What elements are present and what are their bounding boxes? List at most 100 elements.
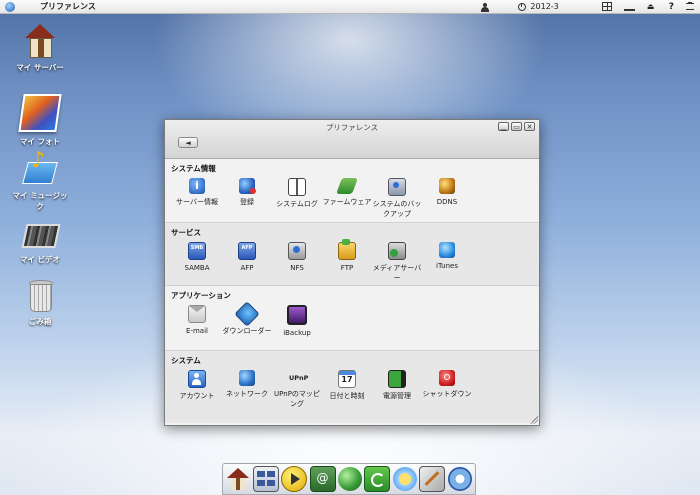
section-title: システム bbox=[171, 356, 201, 365]
item-network[interactable]: ネットワーク bbox=[221, 370, 273, 399]
settings-icon[interactable] bbox=[447, 467, 472, 491]
home-icon[interactable] bbox=[226, 467, 250, 491]
item-label: 登録 bbox=[240, 198, 254, 206]
item-server-info[interactable]: i サーバー情報 bbox=[171, 178, 223, 207]
item-label: サーバー情報 bbox=[176, 198, 218, 206]
help-icon[interactable]: ? bbox=[669, 2, 674, 12]
item-registration[interactable]: 登録 bbox=[221, 178, 273, 207]
ddns-icon bbox=[439, 178, 455, 194]
section-title: システム情報 bbox=[171, 164, 216, 173]
calendar-icon: 17 bbox=[338, 370, 356, 388]
item-nfs[interactable]: NFS bbox=[271, 242, 323, 273]
email-icon bbox=[188, 305, 206, 323]
item-label: NFS bbox=[290, 264, 304, 272]
item-system-log[interactable]: システムログ bbox=[271, 178, 323, 209]
window-controls: ▁ ▭ ✕ bbox=[498, 122, 535, 131]
clock-icon bbox=[518, 2, 527, 11]
ibackup-icon bbox=[287, 305, 307, 325]
item-shutdown[interactable]: シャットダウン bbox=[421, 370, 473, 399]
item-upnp-mapping[interactable]: UPnP UPnPのマッピング bbox=[271, 370, 323, 409]
item-email[interactable]: E-mail bbox=[171, 305, 223, 336]
viewer-icon[interactable] bbox=[252, 466, 279, 492]
dock: @ bbox=[222, 463, 476, 495]
globe-icon[interactable] bbox=[337, 467, 362, 491]
weather-icon[interactable] bbox=[392, 467, 417, 491]
info-icon: i bbox=[189, 178, 205, 194]
logo-icon[interactable] bbox=[5, 1, 15, 12]
item-itunes[interactable]: iTunes bbox=[421, 242, 473, 271]
user-icon[interactable] bbox=[480, 2, 490, 12]
item-ddns[interactable]: DDNS bbox=[421, 178, 473, 207]
menu-icon[interactable] bbox=[686, 3, 694, 10]
resize-handle[interactable] bbox=[530, 416, 538, 424]
desktop-icon-my-video[interactable]: マイ ビデオ bbox=[10, 216, 70, 265]
item-label: DDNS bbox=[436, 198, 458, 206]
item-label: アカウント bbox=[179, 392, 215, 400]
log-book-icon bbox=[288, 178, 306, 196]
afp-icon: AFP bbox=[238, 242, 256, 260]
desktop-icon-trash[interactable]: ごみ箱 bbox=[10, 278, 70, 327]
item-media-server[interactable]: メディアサーバー bbox=[371, 242, 423, 283]
item-label: FTP bbox=[340, 264, 354, 272]
item-label: E-mail bbox=[186, 327, 208, 335]
item-label: システムログ bbox=[276, 200, 318, 208]
home-icon bbox=[23, 24, 57, 58]
item-firmware[interactable]: ファームウェア bbox=[321, 178, 373, 207]
preferences-window: プリファレンス ▁ ▭ ✕ ◄ システム情報 i サーバー情報 登録 システムロ… bbox=[164, 119, 540, 426]
item-ftp[interactable]: FTP bbox=[321, 239, 373, 273]
backup-icon bbox=[388, 178, 406, 196]
desktop-icon-my-server[interactable]: マイ サーバー bbox=[10, 24, 70, 73]
section-services: サービス SMB SAMBA AFP AFP NFS FTP メディアサーバー … bbox=[165, 223, 539, 286]
contacts-icon[interactable]: @ bbox=[309, 466, 336, 492]
sync-icon[interactable] bbox=[364, 466, 391, 492]
tools-icon[interactable] bbox=[419, 466, 446, 492]
minimize-button[interactable]: ▁ bbox=[498, 122, 509, 131]
clock-text: 2012-3 bbox=[530, 2, 559, 11]
firmware-icon bbox=[336, 178, 358, 194]
clock[interactable]: 2012-3 bbox=[518, 2, 559, 11]
item-label: ファームウェア bbox=[322, 198, 372, 206]
close-button[interactable]: ✕ bbox=[524, 122, 535, 131]
item-label: メディアサーバー bbox=[372, 264, 422, 282]
item-system-backup[interactable]: システムのバックアップ bbox=[371, 178, 423, 219]
item-date-time[interactable]: 17 日付と時刻 bbox=[321, 370, 373, 401]
desktop-icon-my-music[interactable]: マイ ミュージック bbox=[10, 148, 70, 212]
tray-icon[interactable] bbox=[623, 3, 635, 11]
item-samba[interactable]: SMB SAMBA bbox=[171, 242, 223, 273]
back-button[interactable]: ◄ bbox=[178, 137, 198, 148]
item-label: iTunes bbox=[436, 262, 458, 270]
item-power-management[interactable]: 電源管理 bbox=[371, 370, 423, 401]
photo-icon bbox=[18, 94, 62, 132]
item-label: iBackup bbox=[283, 329, 311, 337]
menu-bar-right: 2012-3 ⏏ ? bbox=[480, 0, 700, 13]
item-afp[interactable]: AFP AFP bbox=[221, 242, 273, 273]
play-icon[interactable] bbox=[281, 466, 308, 492]
eject-icon[interactable]: ⏏ bbox=[647, 2, 657, 12]
grid-icon[interactable] bbox=[601, 2, 612, 11]
network-icon bbox=[239, 370, 255, 386]
maximize-button[interactable]: ▭ bbox=[511, 122, 522, 131]
desktop-icon-my-photo[interactable]: マイ フォト bbox=[10, 90, 70, 147]
item-label: SAMBA bbox=[184, 264, 210, 272]
section-title: アプリケーション bbox=[171, 291, 231, 300]
trash-icon bbox=[23, 278, 57, 312]
item-account[interactable]: アカウント bbox=[171, 370, 223, 401]
item-ibackup[interactable]: iBackup bbox=[271, 305, 323, 338]
section-system: システム アカウント ネットワーク UPnP UPnPのマッピング 17 日付と… bbox=[165, 351, 539, 423]
item-downloader[interactable]: ダウンローダー bbox=[221, 301, 273, 336]
shutdown-icon bbox=[439, 370, 455, 386]
window-titlebar[interactable]: プリファレンス ▁ ▭ ✕ ◄ bbox=[165, 120, 539, 159]
item-label: システムのバックアップ bbox=[372, 200, 422, 218]
item-label: UPnPのマッピング bbox=[274, 390, 320, 408]
music-icon bbox=[23, 148, 57, 186]
desktop-label: マイ サーバー bbox=[16, 63, 64, 72]
registration-icon bbox=[239, 178, 256, 194]
desktop-label: マイ ビデオ bbox=[19, 255, 61, 264]
item-label: シャットダウン bbox=[422, 390, 472, 398]
desktop-label: マイ ミュージック bbox=[12, 191, 68, 211]
samba-icon: SMB bbox=[188, 242, 206, 260]
section-title: サービス bbox=[171, 228, 201, 237]
desktop-label: マイ フォト bbox=[19, 137, 61, 146]
app-title: プリファレンス bbox=[40, 2, 96, 11]
media-server-icon bbox=[388, 242, 406, 260]
